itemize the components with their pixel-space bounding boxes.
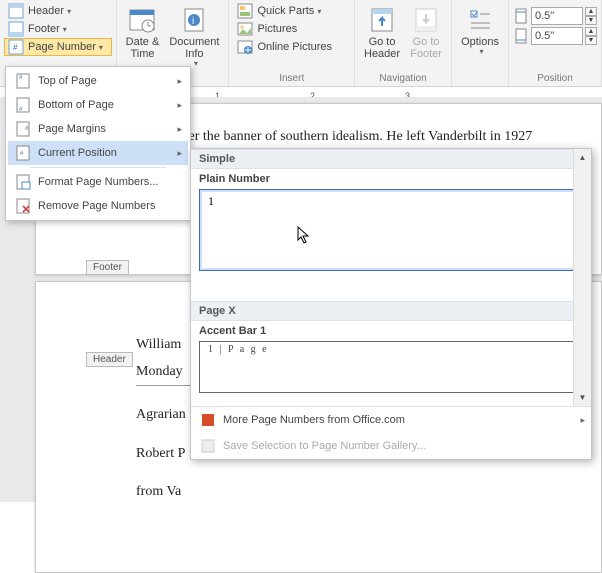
menu-page-margins[interactable]: #Page Margins▸: [8, 117, 188, 141]
menu-format-page-numbers[interactable]: Format Page Numbers...: [8, 170, 188, 194]
menu-top-of-page[interactable]: #Top of Page▸: [8, 69, 188, 93]
doc-info-icon: i: [178, 4, 210, 36]
submenu-arrow-icon: ▸: [177, 148, 182, 159]
header-tag: Header: [86, 352, 133, 367]
format-icon: [14, 174, 32, 190]
header-from-top[interactable]: 0.5"▲▼: [513, 7, 597, 25]
gallery-item-plain-number: Plain Number: [191, 169, 591, 187]
save-selection: Save Selection to Page Number Gallery...: [191, 433, 591, 459]
goto-header-icon: [366, 4, 398, 36]
svg-text:i: i: [192, 16, 194, 27]
more-page-numbers[interactable]: More Page Numbers from Office.com▸: [191, 407, 591, 433]
quick-parts-button[interactable]: Quick Parts▾: [233, 2, 350, 20]
page-bottom-icon: #: [14, 97, 32, 113]
page-number-icon: #: [8, 39, 24, 55]
position-group-label: Position: [513, 71, 597, 85]
footer-icon: [8, 21, 24, 37]
date-time-button[interactable]: Date & Time: [121, 2, 165, 62]
pictures-button[interactable]: Pictures: [233, 20, 350, 38]
page-number-menu: #Top of Page▸ #Bottom of Page▸ #Page Mar…: [5, 66, 191, 221]
chevron-down-icon: ▾: [99, 43, 103, 52]
options-icon: [464, 4, 496, 36]
page-top-icon: #: [14, 73, 32, 89]
submenu-arrow-icon: ▸: [177, 124, 182, 135]
options-button[interactable]: Options▾: [456, 2, 504, 59]
submenu-arrow-icon: ▸: [580, 415, 585, 426]
document-info-button[interactable]: iDocument Info▾: [164, 2, 224, 71]
scroll-down-icon[interactable]: ▼: [574, 389, 591, 406]
goto-footer-icon: [410, 4, 442, 36]
body-text: Monday: [136, 359, 196, 387]
menu-remove-page-numbers[interactable]: Remove Page Numbers: [8, 194, 188, 218]
chevron-down-icon: ▾: [480, 48, 484, 57]
calendar-icon: [126, 4, 158, 36]
menu-current-position[interactable]: #Current Position▸: [8, 141, 188, 165]
online-pictures-button[interactable]: Online Pictures: [233, 38, 350, 56]
footer-tag: Footer: [86, 260, 129, 275]
submenu-arrow-icon: ▸: [177, 76, 182, 87]
submenu-arrow-icon: ▸: [177, 100, 182, 111]
margin-top-icon: [513, 8, 529, 24]
header-icon: [8, 3, 24, 19]
goto-footer-button: Go to Footer: [405, 2, 447, 62]
gallery-item-accent-bar: Accent Bar 1: [191, 321, 591, 339]
current-position-icon: #: [14, 145, 32, 161]
scrollbar[interactable]: ▲▼: [573, 149, 591, 406]
chevron-down-icon: ▾: [194, 60, 198, 69]
body-text: ating under the banner of southern ideal…: [136, 124, 601, 151]
gallery-footer: More Page Numbers from Office.com▸ Save …: [191, 406, 591, 459]
spinner[interactable]: ▲▼: [585, 7, 597, 25]
menu-bottom-of-page[interactable]: #Bottom of Page▸: [8, 93, 188, 117]
page-margins-icon: #: [14, 121, 32, 137]
gallery-category-simple: Simple: [191, 149, 591, 169]
header-button[interactable]: Header▾: [4, 2, 112, 20]
page-number-button[interactable]: #Page Number▾: [4, 38, 112, 56]
chevron-down-icon: ▾: [63, 25, 67, 34]
margin-bottom-icon: [513, 28, 529, 44]
footer-from-bottom[interactable]: 0.5"▲▼: [513, 27, 597, 45]
page-number-gallery: Simple Plain Number 1 Page X Accent Bar …: [190, 148, 592, 460]
scroll-up-icon[interactable]: ▲: [574, 149, 591, 166]
navigation-group-label: Navigation: [359, 71, 447, 85]
pictures-icon: [237, 21, 253, 37]
chevron-down-icon: ▾: [67, 7, 71, 16]
svg-text:#: #: [13, 43, 18, 52]
spinner[interactable]: ▲▼: [585, 27, 597, 45]
chevron-down-icon: ▾: [317, 7, 321, 16]
goto-header-button[interactable]: Go to Header: [359, 2, 405, 62]
insert-group-label: Insert: [233, 71, 350, 85]
quick-parts-icon: [237, 3, 253, 19]
gallery-preview-plain-number[interactable]: 1: [199, 189, 583, 271]
gallery-preview-accent-bar[interactable]: 1 | P a g e: [199, 341, 583, 393]
office-icon: [199, 412, 217, 428]
gallery-category-pagex: Page X: [191, 301, 591, 321]
separator: [30, 167, 166, 168]
online-pictures-icon: [237, 39, 253, 55]
save-icon: [199, 438, 217, 454]
footer-button[interactable]: Footer▾: [4, 20, 112, 38]
remove-icon: [14, 198, 32, 214]
